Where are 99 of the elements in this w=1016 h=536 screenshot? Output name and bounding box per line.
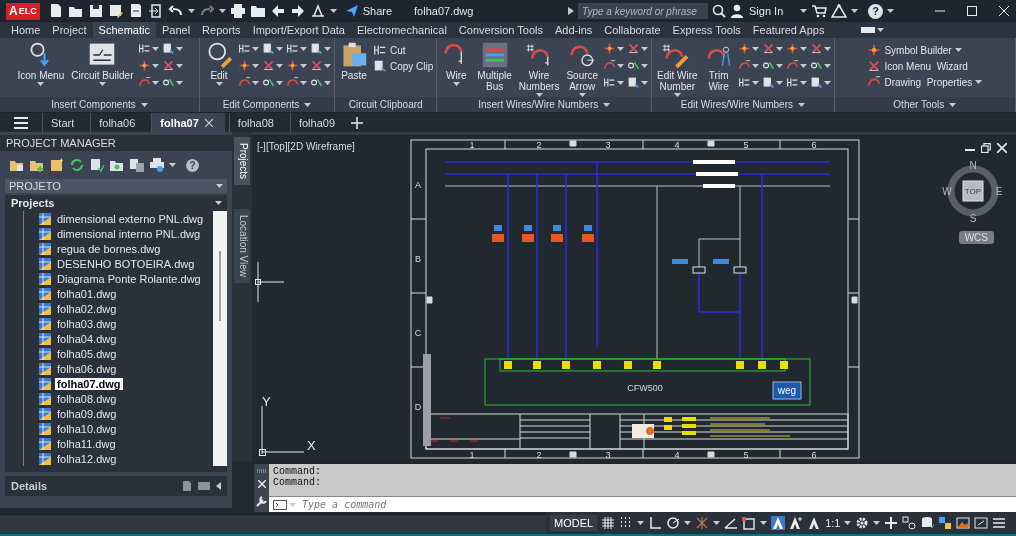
file-tree-item[interactable]: folha11.dwg [55,437,118,450]
row-letter: C [414,328,422,338]
details-bar[interactable]: Details [5,476,227,496]
ribbon-button[interactable]: Edit [203,41,235,86]
document-tab[interactable]: folha07 [151,113,225,132]
compass-label: N [969,160,977,171]
file-tree-item[interactable]: folha01.dwg [55,287,119,300]
ribbon-tab[interactable]: Add-ins [549,22,599,38]
scale-button[interactable]: 1:1 [825,517,841,529]
panel-title[interactable]: Other Tools [834,97,1015,112]
column-number: 5 [743,140,749,150]
file-tree-item[interactable]: folha10.dwg [55,422,119,435]
file-tree-item[interactable]: folha07.dwg [55,377,123,390]
section-header[interactable]: Projects [5,195,227,211]
ribbon-button[interactable]: Edit Wire Number [655,41,700,97]
ribbon-button[interactable]: Circuit Builder [69,41,136,86]
ribbon-button[interactable]: Multiple Bus [475,41,514,92]
file-tree-item[interactable]: Diagrama Ponte Rolante.dwg [55,272,203,285]
column-number: 5 [743,450,749,460]
file-tree-item[interactable]: folha08.dwg [55,392,119,405]
ribbon-tab[interactable]: Reports [196,22,247,38]
ribbon-button[interactable]: Symbol Builder [867,43,983,57]
ribbon-tab[interactable]: Conversion Tools [452,22,549,38]
ribbon-tab[interactable]: Collaborate [598,22,667,38]
ribbon-tab[interactable]: Featured Apps [746,22,831,38]
ribbon-button[interactable]: Source Arrow [564,41,601,97]
compass-label: E [995,186,1003,197]
model-space-button[interactable]: MODEL [550,515,598,531]
column-number: 4 [674,450,680,460]
ribbon-tab[interactable]: Schematic [92,22,156,38]
column-number: 2 [536,450,542,460]
ribbon-button[interactable]: Wire Numbers [516,41,562,97]
share-button[interactable]: Share [340,4,397,18]
panel-title[interactable]: Edit Wires/Wire Numbers [652,97,834,112]
command-input[interactable]: Type a command [298,499,1012,510]
ribbon-tab[interactable]: Home [5,22,47,38]
ribbon-tab[interactable]: Import/Export Data [246,22,351,38]
file-tree-item[interactable]: dimensional externo PNL.dwg [55,212,206,225]
command-line-field[interactable]: Type a command [269,496,1016,512]
file-tree-item[interactable]: folha04.dwg [55,332,119,345]
ribbon-button[interactable]: Drawing Properties [867,75,983,89]
file-tree-item[interactable]: folha06.dwg [55,362,119,375]
file-tree-item[interactable]: folha09.dwg [55,407,119,420]
ribbon-tab[interactable]: Express Tools [666,22,747,38]
panel-title[interactable]: Insert Wires/Wire Numbers [437,97,652,112]
sign-in-button[interactable]: Sign In [730,4,797,18]
app-logo-letter: A [9,4,18,18]
file-tree-item[interactable]: dimensional interno PNL.dwg [55,227,203,240]
ribbon-button[interactable]: Paste [338,41,370,81]
compass-label: W [942,186,952,197]
file-tree-item[interactable]: folha02.dwg [55,302,119,315]
side-tab[interactable]: Projects [234,137,250,186]
ribbon-button[interactable]: Copy Clip [373,59,434,73]
file-tree-item[interactable]: regua de bornes.dwg [55,242,163,255]
column-number: 3 [605,140,611,150]
column-number: 6 [811,140,817,150]
help-button[interactable]: ? [186,158,199,172]
axis-label: X [307,438,316,453]
panel-title[interactable]: Insert Components [0,97,199,112]
row-letter: B [415,254,421,264]
search-field[interactable]: Type a keyword or phrase [578,3,709,19]
help-button[interactable]: ? [868,3,884,19]
logo-text: weg [777,385,797,396]
device-label: CFW500 [627,383,663,393]
column-number: 6 [811,450,817,460]
ribbon-button[interactable]: Trim Wire [702,41,735,92]
side-tab[interactable]: Location View [234,209,250,284]
view-cube-label: TOP [964,187,982,196]
application-button[interactable]: AELC [6,2,40,20]
project-dropdown[interactable]: PROJETO [5,179,227,193]
file-tree-item[interactable]: folha12.dwg [55,452,119,465]
ribbon-button[interactable]: Icon Menu [15,41,67,86]
column-number: 2 [536,140,542,150]
document-title: folha07.dwg [414,5,475,17]
ribbon-tab[interactable]: Electromechanical [350,22,453,38]
file-tree-item[interactable]: DESENHO BOTOEIRA.dwg [55,257,197,270]
drawing-viewport[interactable]: [-][Top][2D Wireframe] Y X N W TOP E S WCS 1 1 2 2 3 3 4 4 5 5 6 6 A B C D CFW500 weg [252,132,1016,462]
ribbon-tab[interactable]: Project [46,22,93,38]
command-history-line: Command: [273,477,322,488]
ribbon-button[interactable]: Icon Menu Wizard [867,59,983,73]
column-number: 1 [469,140,475,150]
row-letter: A [415,180,421,190]
row-letter: D [414,402,422,412]
panel-title[interactable]: Circuit Clipboard [335,97,437,112]
column-number: 4 [674,140,680,150]
axis-label: Y [262,394,271,409]
panel-title: PROJECT MANAGER [6,137,116,149]
column-number: 1 [469,450,475,460]
file-tree-item[interactable]: folha03.dwg [55,317,119,330]
panel-title[interactable]: Edit Components [200,97,334,112]
app-name-label: ELC [18,6,37,16]
ribbon-button[interactable]: Wire [440,41,473,86]
ribbon-button[interactable]: Cut [373,43,434,57]
ribbon-tab[interactable]: Panel [155,22,197,38]
column-number: 3 [605,450,611,460]
view-label[interactable]: [-][Top][2D Wireframe] [257,141,355,152]
command-history-line: Command: [273,466,322,477]
compass-label: S [969,213,977,223]
file-tree-item[interactable]: folha05.dwg [55,347,119,360]
